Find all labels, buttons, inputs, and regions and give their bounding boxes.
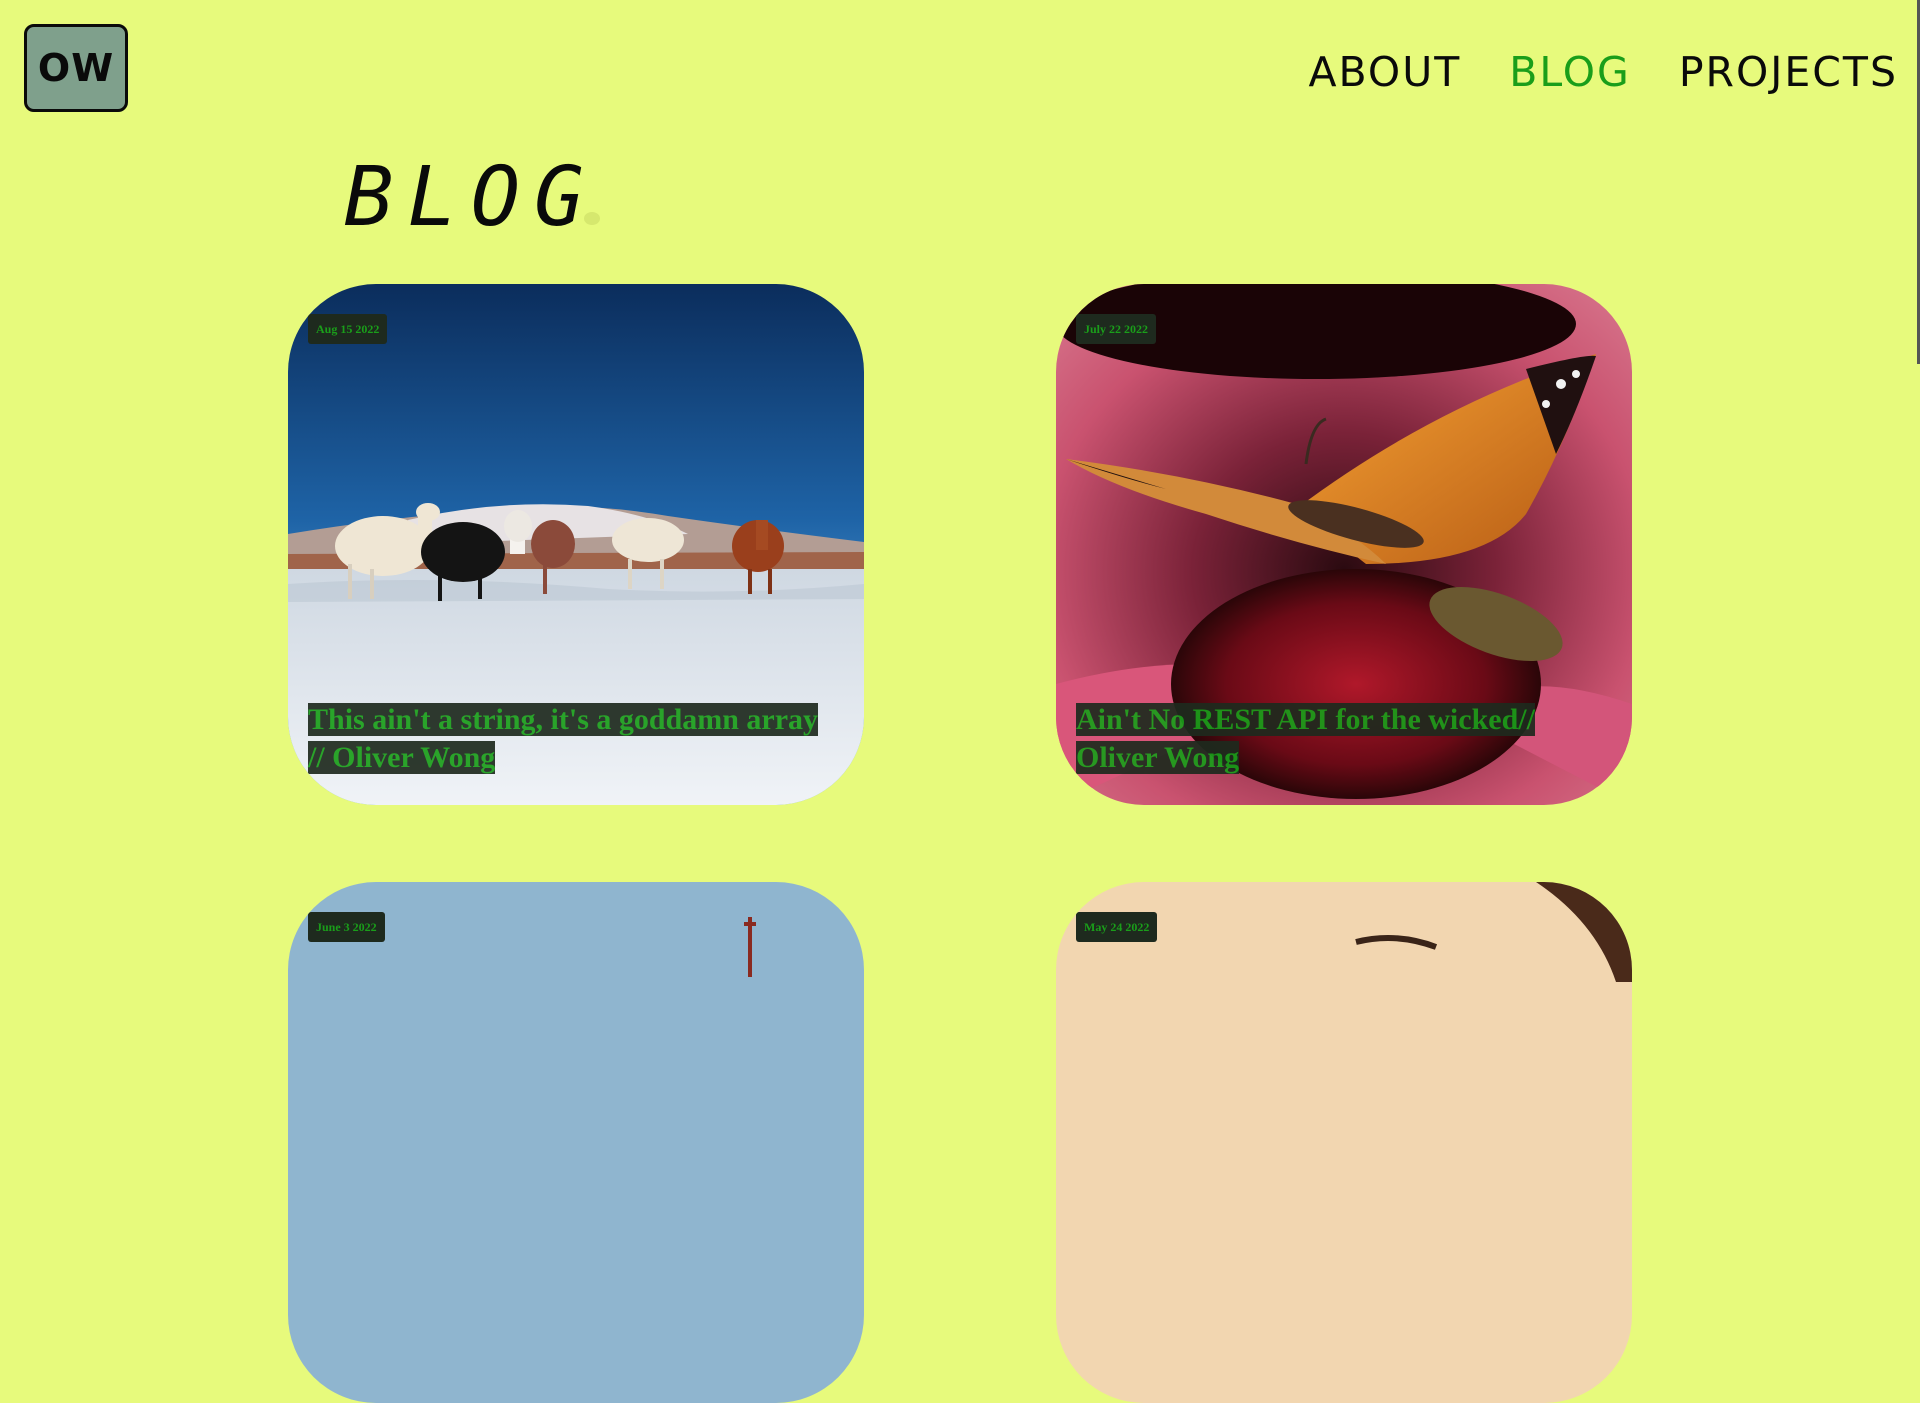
nav-about-link[interactable]: ABOUT [1308,46,1461,98]
post-date-badge: June 3 2022 [308,912,385,942]
page-title: BLOG [344,150,598,245]
post-date-badge: July 22 2022 [1076,314,1157,344]
nav-projects-link[interactable]: PROJECTS [1679,46,1898,98]
main-nav: ABOUT BLOG PROJECTS [1308,46,1898,98]
post-date-badge: May 24 2022 [1076,912,1158,942]
post-image-sky-tower [288,882,864,1403]
logo-button[interactable]: OW [24,24,128,112]
post-title[interactable]: This ain't a string, it's a goddamn arra… [308,701,828,777]
blog-post-card[interactable]: July 22 2022 Ain't No REST API for the w… [1056,284,1632,805]
page-scrollbar[interactable] [1916,0,1920,947]
logo-text: OW [37,46,115,90]
blog-post-card[interactable]: Aug 15 2022 This ain't a string, it's a … [288,284,864,805]
title-dot [584,212,600,225]
post-title-text: This ain't a string, it's a goddamn arra… [308,703,819,774]
blog-post-card[interactable]: May 24 2022 [1056,882,1632,1403]
post-title-text: Ain't No REST API for the wicked// Olive… [1076,703,1535,774]
post-title[interactable]: Ain't No REST API for the wicked// Olive… [1076,701,1596,777]
nav-blog-link[interactable]: BLOG [1509,46,1631,98]
blog-post-card[interactable]: June 3 2022 [288,882,864,1403]
post-date-badge: Aug 15 2022 [308,314,388,344]
post-image-portrait [1056,882,1632,1403]
